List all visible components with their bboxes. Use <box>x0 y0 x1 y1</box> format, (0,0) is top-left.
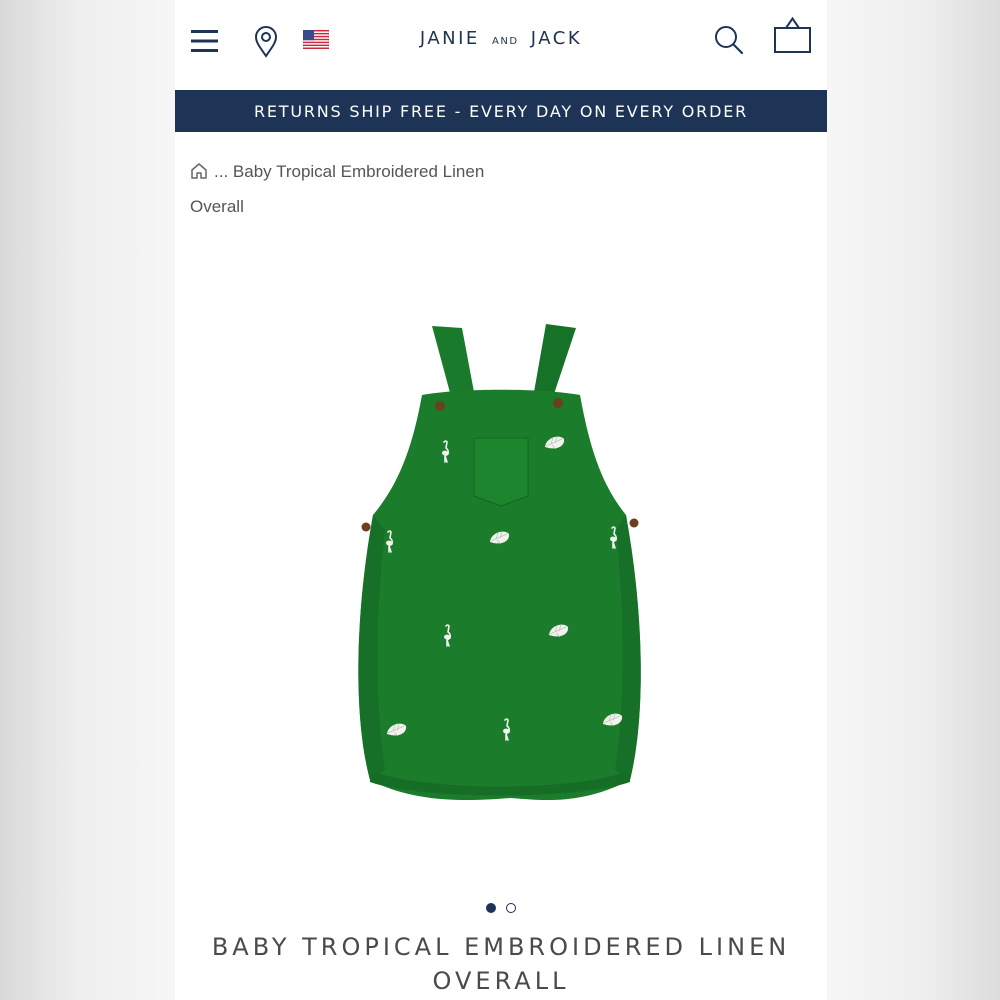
mobile-page: JANIE AND JACK RETURNS SHIP FREE - EVERY… <box>175 0 827 1000</box>
product-title: BABY TROPICAL EMBROIDERED LINEN OVERALL <box>211 933 791 995</box>
home-icon[interactable] <box>190 162 208 180</box>
shopping-bag-icon[interactable] <box>773 16 813 56</box>
logo-word-janie: JANIE <box>419 28 480 49</box>
breadcrumb: ... Baby Tropical Embroidered Linen Over… <box>190 154 520 224</box>
carousel-dots <box>175 903 827 913</box>
product-image[interactable] <box>340 300 660 820</box>
logo-word-and: AND <box>492 36 519 47</box>
free-returns-banner[interactable]: RETURNS SHIP FREE - EVERY DAY ON EVERY O… <box>175 90 827 132</box>
carousel-dot-2[interactable] <box>506 903 516 913</box>
breadcrumb-ellipsis[interactable]: ... <box>214 162 228 181</box>
search-icon[interactable] <box>713 24 745 56</box>
breadcrumb-current: Baby Tropical Embroidered Linen Overall <box>190 162 485 216</box>
logo-word-jack: JACK <box>530 28 583 49</box>
carousel-dot-1[interactable] <box>486 903 496 913</box>
site-header: JANIE AND JACK <box>175 0 827 90</box>
